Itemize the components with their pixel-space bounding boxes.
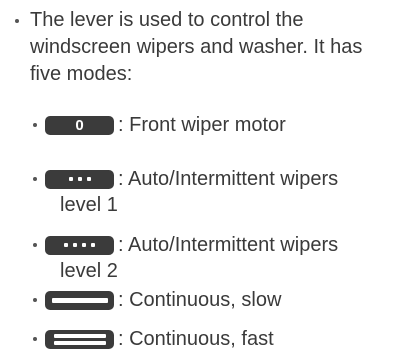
- zero-symbol: 0: [75, 116, 84, 134]
- bullet-intro: [15, 19, 19, 23]
- intro-line-1: The lever is used to control the: [30, 9, 304, 31]
- mode-label: : Auto/Intermittent wipers: [118, 168, 339, 190]
- three-dots-badge-icon: [45, 169, 114, 189]
- intro-line-2: windscreen wipers and washer. It has: [30, 36, 363, 58]
- four-dots-badge-icon: [45, 235, 114, 255]
- zero-badge-icon: 0: [45, 115, 114, 135]
- mode-item-continuous-fast: : Continuous, fast: [33, 326, 274, 352]
- bullet: [33, 177, 37, 181]
- mode-item-front-wiper: 0 : Front wiper motor: [33, 112, 286, 138]
- double-bar-badge-icon: [45, 329, 114, 349]
- mode-label-continued: level 1: [60, 194, 118, 216]
- mode-item-continuous-slow: : Continuous, slow: [33, 287, 281, 313]
- bullet: [33, 337, 37, 341]
- mode-label: : Continuous, slow: [118, 289, 282, 311]
- mode-label: : Front wiper motor: [118, 114, 286, 136]
- mode-label-continued: level 2: [60, 260, 118, 282]
- bullet: [33, 243, 37, 247]
- mode-label: : Auto/Intermittent wipers: [118, 234, 339, 256]
- bullet: [33, 123, 37, 127]
- manual-page: The lever is used to control the windscr…: [0, 0, 405, 358]
- intro-line-3: five modes:: [30, 63, 133, 85]
- single-bar-badge-icon: [45, 290, 114, 310]
- mode-item-auto-intermittent-1: : Auto/Intermittent wipers: [33, 166, 338, 192]
- bullet: [33, 298, 37, 302]
- mode-item-auto-intermittent-2: : Auto/Intermittent wipers: [33, 232, 338, 258]
- mode-label: : Continuous, fast: [118, 328, 274, 350]
